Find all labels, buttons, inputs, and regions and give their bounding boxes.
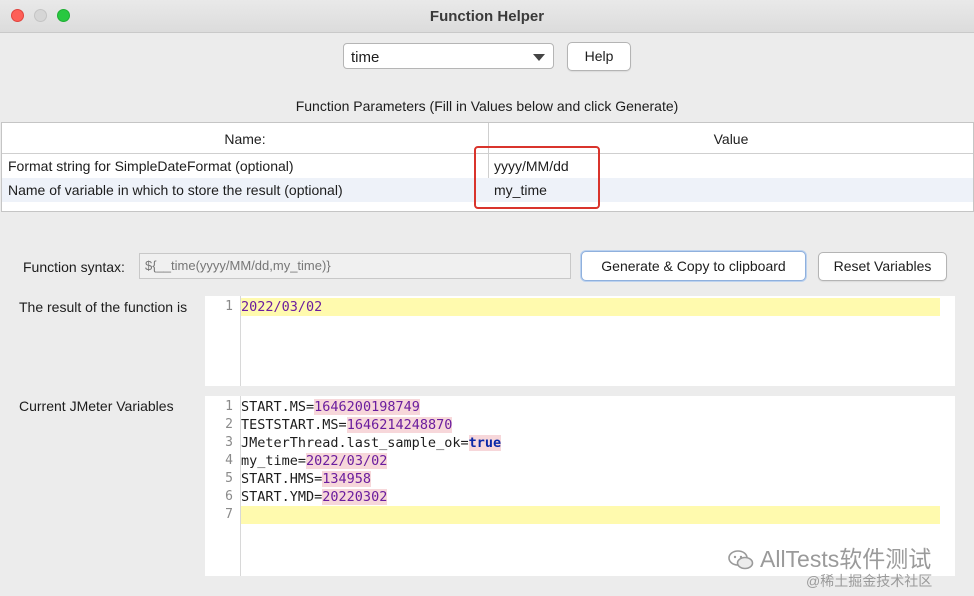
line-number: 1 (225, 399, 233, 414)
line-number-gutter: 1 2 3 4 5 6 7 (205, 396, 241, 576)
line-number: 4 (225, 453, 233, 468)
variable-key: START.MS (241, 399, 307, 415)
chevron-down-icon (533, 54, 545, 61)
name-column-header[interactable]: Name: (2, 131, 488, 147)
generate-copy-button[interactable]: Generate & Copy to clipboard (581, 251, 806, 281)
window-title: Function Helper (429, 8, 545, 25)
variable-key: START.YMD (241, 489, 315, 505)
function-syntax-label: Function syntax: (23, 259, 125, 275)
variable-line: my_time=2022/03/02 (241, 453, 388, 469)
result-label: The result of the function is (19, 299, 188, 315)
variables-label: Current JMeter Variables (19, 398, 174, 414)
line-number-gutter: 1 (205, 296, 241, 386)
variable-value: 134958 (322, 471, 372, 487)
line-number: 1 (225, 299, 233, 314)
variable-key: my_time (241, 453, 298, 469)
variable-value: 2022/03/02 (306, 453, 388, 469)
variable-line: START.YMD=20220302 (241, 489, 388, 505)
result-editor[interactable]: 1 2022/03/02 (205, 296, 955, 386)
watermark-text: AllTests软件测试 (760, 546, 932, 572)
line-number: 6 (225, 489, 233, 504)
variable-value: 1646214248870 (346, 417, 453, 433)
variable-line: START.MS=1646200198749 (241, 399, 420, 415)
param-name: Name of variable in which to store the r… (8, 182, 343, 198)
function-select-value: time (351, 49, 380, 66)
watermark-sub: @稀土掘金技术社区 (806, 573, 933, 589)
wechat-icon (728, 550, 754, 570)
result-value: 2022/03/02 (241, 299, 323, 315)
result-line: 2022/03/02 (241, 298, 940, 316)
annotation-highlight-box (474, 146, 600, 209)
line-number: 5 (225, 471, 233, 486)
variable-value: 20220302 (322, 489, 388, 505)
variable-key: TESTSTART.MS (241, 417, 339, 433)
variable-line (241, 506, 940, 524)
variable-line: JMeterThread.last_sample_ok=true (241, 435, 502, 451)
function-select[interactable]: time (343, 43, 554, 69)
params-caption: Function Parameters (Fill in Values belo… (295, 98, 679, 114)
line-number: 3 (225, 435, 233, 450)
variable-value: true (468, 435, 502, 451)
variable-value: 1646200198749 (314, 399, 420, 415)
variable-key: START.HMS (241, 471, 315, 487)
variable-line: TESTSTART.MS=1646214248870 (241, 417, 453, 433)
param-name: Format string for SimpleDateFormat (opti… (8, 158, 294, 174)
line-number: 7 (225, 507, 233, 522)
function-syntax-field[interactable]: ${__time(yyyy/MM/dd,my_time)} (139, 253, 571, 279)
reset-variables-button[interactable]: Reset Variables (818, 252, 947, 281)
watermark: AllTests软件测试 (728, 540, 931, 574)
variable-key: JMeterThread.last_sample_ok (241, 435, 461, 451)
value-column-header[interactable]: Value (489, 131, 973, 147)
title-bar: Function Helper (0, 0, 974, 33)
variable-line: START.HMS=134958 (241, 471, 372, 487)
help-button[interactable]: Help (567, 42, 631, 71)
line-number: 2 (225, 417, 233, 432)
